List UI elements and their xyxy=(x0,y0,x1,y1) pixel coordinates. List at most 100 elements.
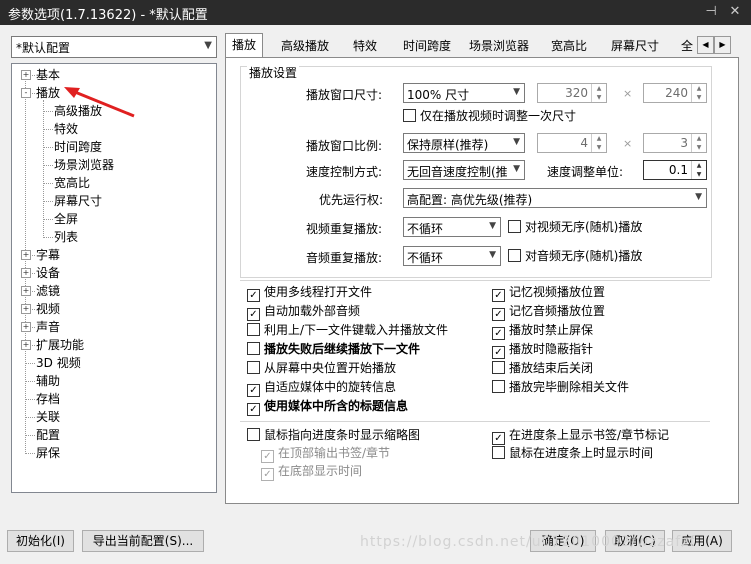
tab[interactable]: 播放 xyxy=(225,33,264,58)
option-checkbox[interactable]: 播放失败后继续播放下一文件 xyxy=(247,341,420,358)
annotation-arrow-icon xyxy=(64,87,135,118)
tree-item[interactable]: 声音 xyxy=(36,318,60,336)
option-label: 利用上/下一文件键载入并播放文件 xyxy=(264,323,449,337)
close-icon[interactable]: ✕ xyxy=(726,3,744,21)
show-bookmarks-checkbox[interactable]: ✓ 在进度条上显示书签/章节标记 xyxy=(492,427,669,445)
tab[interactable]: 时间跨度 xyxy=(397,35,457,57)
tab[interactable]: 屏幕尺寸 xyxy=(605,35,665,57)
stepper-arrows-icon[interactable]: ▲ ▼ xyxy=(591,134,606,152)
option-label: 播放时隐蔽指针 xyxy=(509,342,594,356)
collapse-icon[interactable]: - xyxy=(21,88,31,98)
tree-item[interactable]: 配置 xyxy=(36,426,60,444)
option-checkbox[interactable]: 利用上/下一文件键载入并播放文件 xyxy=(247,322,448,339)
expand-icon[interactable]: + xyxy=(21,286,31,296)
stepper-arrows-icon[interactable]: ▲ ▼ xyxy=(691,161,706,179)
tree-item[interactable]: 视频 xyxy=(36,300,60,318)
option-label: 使用媒体中所含的标题信息 xyxy=(264,399,409,413)
tree-item-label: 基本 xyxy=(36,68,61,82)
ratio-height-stepper[interactable]: 3 ▲ ▼ xyxy=(643,133,707,153)
thumbnail-checkbox[interactable]: 鼠标指向进度条时显示缩略图 xyxy=(247,427,420,444)
chevron-down-icon: ▼ xyxy=(513,137,520,147)
tab[interactable]: 特效 xyxy=(347,35,383,57)
tree-item[interactable]: 存档 xyxy=(36,390,60,408)
option-checkbox[interactable]: 从屏幕中央位置开始播放 xyxy=(247,360,396,377)
option-checkbox[interactable]: ✓ 使用多线程打开文件 xyxy=(247,284,373,302)
option-checkbox[interactable]: ✓ 自适应媒体中的旋转信息 xyxy=(247,379,396,397)
option-checkbox[interactable]: ✓ 记忆视频播放位置 xyxy=(492,284,605,302)
tree-item[interactable]: 场景浏览器 xyxy=(54,156,114,174)
export-config-button[interactable]: 导出当前配置(S)... xyxy=(82,530,204,552)
tab[interactable]: 全 xyxy=(675,35,699,57)
tree-item[interactable]: 宽高比 xyxy=(54,174,90,192)
tree-item[interactable]: 辅助 xyxy=(36,372,60,390)
expand-icon[interactable]: + xyxy=(21,322,31,332)
chevron-down-icon: ▼ xyxy=(489,250,496,260)
stepper-arrows-icon[interactable]: ▲ ▼ xyxy=(691,134,706,152)
expand-icon[interactable]: + xyxy=(21,268,31,278)
tab-scroll-right-icon[interactable]: ▶ xyxy=(714,36,731,54)
option-label: 使用多线程打开文件 xyxy=(264,285,373,299)
tree-item[interactable]: 3D 视频 xyxy=(36,354,81,372)
ratio-dropdown[interactable]: 保持原样(推荐) ▼ xyxy=(403,133,525,153)
tree-item[interactable]: 扩展功能 xyxy=(36,336,84,354)
show-time-checkbox[interactable]: 鼠标在进度条上时显示时间 xyxy=(492,445,653,462)
expand-icon[interactable]: + xyxy=(21,304,31,314)
audio-repeat-dropdown[interactable]: 不循环 ▼ xyxy=(403,246,501,266)
option-checkbox[interactable]: 播放完毕删除相关文件 xyxy=(492,379,629,396)
expand-icon[interactable]: + xyxy=(21,250,31,260)
tree-item[interactable]: 播放 xyxy=(36,84,60,102)
option-checkbox[interactable]: ✓ 记忆音频播放位置 xyxy=(492,303,605,321)
option-checkbox[interactable]: ✓ 自动加载外部音频 xyxy=(247,303,360,321)
option-checkbox[interactable]: 播放结束后关闭 xyxy=(492,360,593,377)
chevron-down-icon: ▼ xyxy=(489,221,496,231)
tab[interactable]: 宽高比 xyxy=(545,35,593,57)
tree-item[interactable]: 列表 xyxy=(54,228,78,246)
top-output-checkbox[interactable]: ✓ 在顶部输出书签/章节 xyxy=(261,445,391,463)
priority-dropdown[interactable]: 高配置: 高优先级(推荐) ▼ xyxy=(403,188,707,208)
tree-item[interactable]: 全屏 xyxy=(54,210,78,228)
height-stepper[interactable]: 240 ▲ ▼ xyxy=(643,83,707,103)
video-repeat-dropdown[interactable]: 不循环 ▼ xyxy=(403,217,501,237)
tree-item[interactable]: 特效 xyxy=(54,120,78,138)
tree-item[interactable]: 屏幕尺寸 xyxy=(54,192,102,210)
tree-item[interactable]: 关联 xyxy=(36,408,60,426)
init-button[interactable]: 初始化(I) xyxy=(7,530,74,552)
ratio-width-stepper[interactable]: 4 ▲ ▼ xyxy=(537,133,607,153)
bottom-time-checkbox[interactable]: ✓ 在底部显示时间 xyxy=(261,463,362,481)
option-checkbox[interactable]: ✓ 使用媒体中所含的标题信息 xyxy=(247,398,409,416)
checkbox-checked-icon: ✓ xyxy=(492,308,505,321)
tab-scroll-left-icon[interactable]: ◀ xyxy=(697,36,714,54)
audio-shuffle-checkbox[interactable]: 对音频无序(随机)播放 xyxy=(508,248,642,265)
option-checkbox[interactable]: ✓ 播放时禁止屏保 xyxy=(492,322,593,340)
expand-icon[interactable]: + xyxy=(21,70,31,80)
stepper-arrows-icon[interactable]: ▲ ▼ xyxy=(591,84,606,102)
speed-unit-stepper[interactable]: 0.1 ▲ ▼ xyxy=(643,160,707,180)
checkbox-icon xyxy=(247,361,260,374)
speed-mode-dropdown[interactable]: 无回音速度控制(推 ▼ xyxy=(403,160,525,180)
profile-dropdown[interactable]: *默认配置 ▼ xyxy=(11,36,217,58)
tree-item[interactable]: 屏保 xyxy=(36,444,60,462)
tree-item[interactable]: 设备 xyxy=(36,264,60,282)
option-checkbox[interactable]: ✓ 播放时隐蔽指针 xyxy=(492,341,594,359)
top-output-label: 在顶部输出书签/章节 xyxy=(278,446,391,460)
tree-item[interactable]: 基本 xyxy=(36,66,60,84)
option-label: 从屏幕中央位置开始播放 xyxy=(264,361,397,375)
tree-item[interactable]: 滤镜 xyxy=(36,282,60,300)
stepper-arrows-icon[interactable]: ▲ ▼ xyxy=(691,84,706,102)
tree-item[interactable]: 字幕 xyxy=(36,246,60,264)
adjust-once-checkbox[interactable]: 仅在播放视频时调整一次尺寸 xyxy=(403,108,576,125)
video-shuffle-checkbox[interactable]: 对视频无序(随机)播放 xyxy=(508,219,642,236)
pin-icon[interactable]: ⊣ xyxy=(702,3,720,21)
tab[interactable]: 场景浏览器 xyxy=(463,35,535,57)
tree-item-label: 屏保 xyxy=(36,446,61,460)
speed-mode-label: 速度控制方式: xyxy=(306,165,383,179)
expand-icon[interactable]: + xyxy=(21,340,31,350)
window-size-dropdown[interactable]: 100% 尺寸 ▼ xyxy=(403,83,525,103)
group-title: 播放设置 xyxy=(247,64,300,81)
width-stepper[interactable]: 320 ▲ ▼ xyxy=(537,83,607,103)
tree-item[interactable]: 时间跨度 xyxy=(54,138,102,156)
height-value: 240 xyxy=(665,86,688,100)
tree-item-label: 列表 xyxy=(54,230,79,244)
tab[interactable]: 高级播放 xyxy=(275,35,335,57)
video-repeat-value: 不循环 xyxy=(407,222,444,236)
